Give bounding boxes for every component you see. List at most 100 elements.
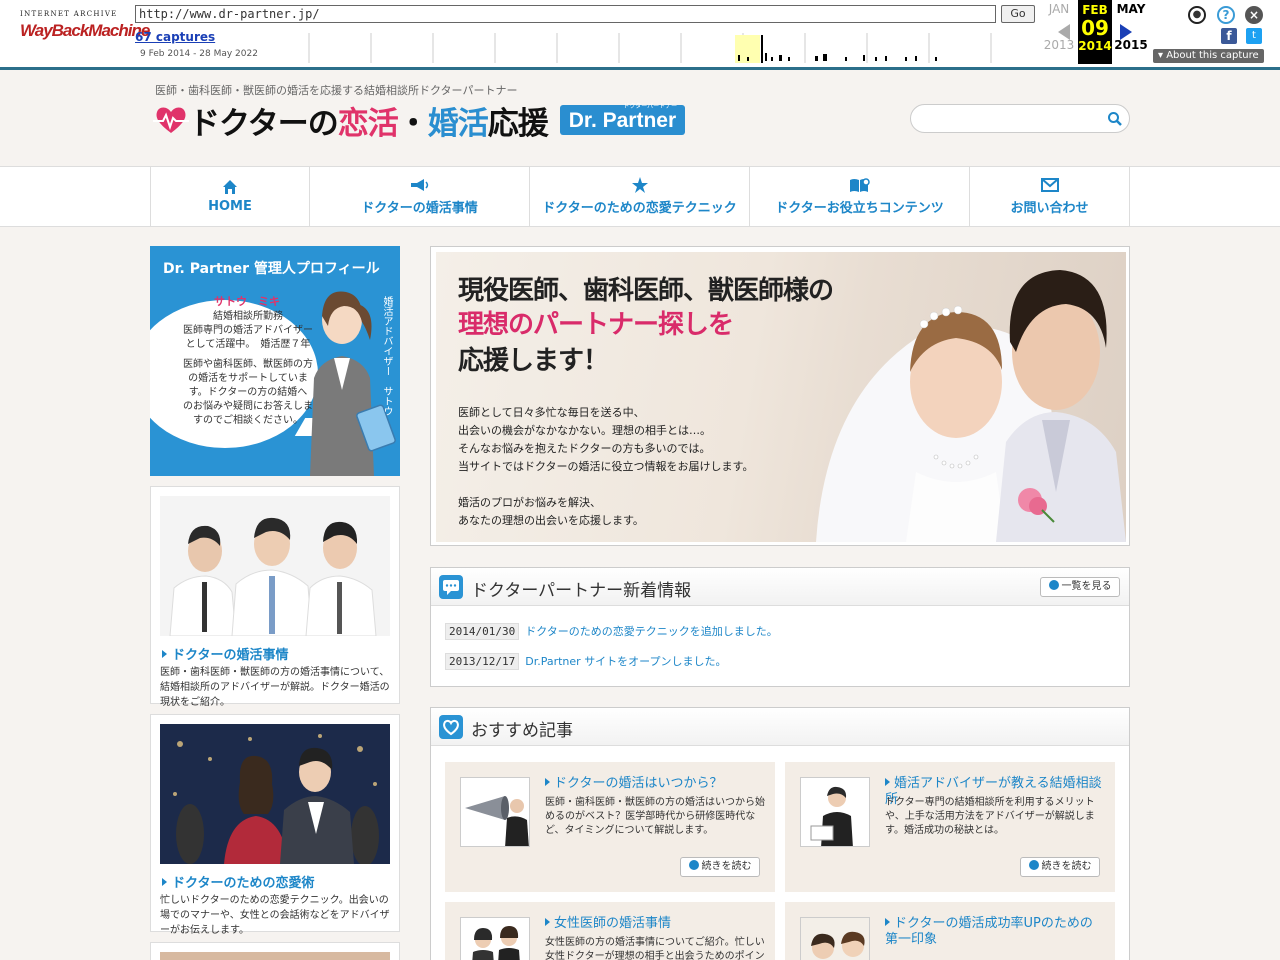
nav-renai-technique[interactable]: ドクターのための恋愛テクニック — [530, 167, 750, 226]
article-thumb-megaphone — [460, 777, 530, 847]
news-item: 2013/12/17 Dr.Partner サイトをオープンしました。 — [445, 653, 727, 670]
news-date: 2013/12/17 — [445, 653, 520, 670]
nav-home-label: HOME — [208, 199, 252, 214]
advisor-vertical-label: 婚活アドバイザー サトウ — [381, 296, 392, 416]
news-more-button[interactable]: 一覧を見る — [1040, 577, 1120, 597]
article-title[interactable]: 女性医師の婚活事情 — [545, 916, 765, 932]
star-icon — [631, 177, 648, 193]
news-title: ドクターパートナー新着情報 — [471, 581, 692, 601]
prev-year-label: 2013 — [1043, 38, 1075, 52]
couple-party-photo — [160, 724, 390, 864]
wayback-url-input[interactable]: http://www.dr-partner.jp/ — [135, 5, 996, 23]
mail-icon — [1040, 178, 1059, 192]
heart-icon — [439, 715, 463, 739]
next-year-label: 2015 — [1114, 38, 1148, 52]
nav-contact[interactable]: お問い合わせ — [970, 167, 1130, 226]
article-card[interactable]: ドクターの婚活成功率UPのための第一印象 — [785, 902, 1115, 960]
article-card[interactable]: 女性医師の婚活事情 女性医師の方の婚活事情についてご紹介。忙しい女性ドクターが理… — [445, 902, 775, 960]
article-thumb-smile — [800, 917, 870, 960]
logo-part-doctor: ドクターの — [189, 105, 339, 142]
site-logo[interactable]: ドクターの恋活・婚活応援 ドクターパートナー Dr. Partner — [153, 100, 686, 142]
help-icon[interactable]: ? — [1217, 6, 1235, 24]
articles-section: おすすめ記事 ドクターの婚活はいつから？ 医師・歯科医師・獣医師の方の婚活はいつ… — [430, 707, 1130, 960]
hero-banner: 現役医師、歯科医師、獣医師様の 理想のパートナー探しを 応援します！ 医師として… — [430, 246, 1130, 546]
cur-month-label: FEB — [1082, 3, 1108, 17]
article-desc: 医師・歯科医師・獣医師の方の婚活はいつから始めるのがベスト？医学部時代から研修医… — [545, 797, 765, 836]
news-more-label: 一覧を見る — [1061, 581, 1112, 592]
prev-month-label: JAN — [1048, 2, 1070, 16]
article-title[interactable]: ドクターの婚活成功率UPのための第一印象 — [885, 916, 1105, 948]
nav-konkatsu-jijou[interactable]: ドクターの婚活事情 — [310, 167, 530, 226]
hero-headline-2: 理想のパートナー探しを — [458, 310, 734, 340]
global-nav-bar: HOME ドクターの婚活事情 ドクターのための恋愛テクニック ドクターお役立ちコ… — [0, 166, 1280, 227]
chat-icon — [439, 575, 463, 599]
side-card-desc: 忙しいドクターのための恋愛テクニック。出会いの場でのマナーや、女性との会話術など… — [160, 895, 390, 936]
side-card-desc: 医師・歯科医師・獣医師の方の婚活事情について、結婚相談所のアドバイザーが解説。ド… — [160, 667, 390, 708]
advisor-name: サトウ ミキ — [214, 295, 280, 308]
news-section: ドクターパートナー新着情報 一覧を見る 2014/01/30 ドクターのための恋愛… — [430, 567, 1130, 687]
next-month-label: MAY — [1116, 2, 1146, 16]
book-icon — [849, 178, 870, 192]
about-capture-dropdown[interactable]: ▾ About this capture — [1153, 49, 1264, 63]
dr-partner-badge: ドクターパートナー Dr. Partner — [559, 104, 686, 135]
side-card-partial[interactable] — [150, 942, 400, 960]
capture-sparkline[interactable] — [285, 33, 1033, 63]
next-capture-arrow-icon[interactable] — [1120, 24, 1132, 40]
side-card-jijou[interactable]: ドクターの婚活事情 医師・歯科医師・獣医師の方の婚活事情について、結婚相談所のア… — [150, 486, 400, 708]
badge-small-text: ドクターパートナー — [623, 104, 678, 110]
nav-konkatsu-jijou-label: ドクターの婚活事情 — [361, 201, 478, 216]
search-input[interactable] — [921, 105, 1111, 132]
news-link[interactable]: Dr.Partner サイトをオープンしました。 — [525, 653, 726, 669]
global-nav: HOME ドクターの婚活事情 ドクターのための恋愛テクニック ドクターお役立ちコ… — [150, 167, 1130, 226]
logo-part-konkatsu: 婚活 — [427, 105, 489, 142]
facebook-icon[interactable]: f — [1221, 28, 1237, 44]
nav-useful-contents-label: ドクターお役立ちコンテンツ — [775, 201, 944, 216]
article-card[interactable]: 婚活アドバイザーが教える結婚相談所 ドクター専門の結婚相談所を利用するメリットや… — [785, 762, 1115, 892]
side-card-title[interactable]: ドクターの婚活事情 — [162, 644, 288, 663]
site-tagline: 医師・歯科医師・獣医師の婚活を応援する結婚相談所ドクターパートナー — [155, 84, 518, 97]
twitter-icon[interactable]: t — [1246, 28, 1262, 44]
read-more-label: 続きを読む — [1041, 861, 1092, 872]
site-search — [910, 104, 1130, 133]
admin-profile-banner[interactable]: Dr. Partner 管理人プロフィール サトウ ミキ 結婚相談所勤務 医師専… — [150, 246, 400, 476]
close-icon[interactable]: × — [1245, 6, 1263, 24]
current-capture: FEB 09 2014 — [1078, 0, 1112, 64]
hero-paragraph: 医師として日々多忙な毎日を送る中、 出会いの機会がなかなかない。理想の相手とは…… — [458, 406, 754, 527]
read-more-button[interactable]: 続きを読む — [1020, 857, 1100, 877]
hero-headline-1: 現役医師、歯科医師、獣医師様の — [458, 276, 834, 306]
article-card[interactable]: ドクターの婚活はいつから？ 医師・歯科医師・獣医師の方の婚活はいつから始めるのが… — [445, 762, 775, 892]
side-card-title[interactable]: ドクターのための恋愛術 — [162, 872, 314, 891]
profile-title: Dr. Partner 管理人プロフィール — [163, 261, 380, 277]
articles-header: おすすめ記事 — [431, 708, 1129, 746]
logo-part-renkatsu: 恋活 — [337, 105, 399, 142]
search-icon[interactable] — [1107, 111, 1123, 127]
news-link[interactable]: ドクターのための恋愛テクニックを追加しました。 — [525, 623, 778, 639]
wayback-logo[interactable]: INTERNET ARCHIVE WayBackMachine — [20, 10, 150, 41]
news-item: 2014/01/30 ドクターのための恋愛テクニックを追加しました。 — [445, 623, 778, 640]
read-more-button[interactable]: 続きを読む — [680, 857, 760, 877]
internet-archive-label: INTERNET ARCHIVE — [20, 10, 118, 18]
logo-part-ouen: 応援 — [487, 105, 549, 142]
nav-useful-contents[interactable]: ドクターお役立ちコンテンツ — [750, 167, 970, 226]
nav-renai-technique-label: ドクターのための恋愛テクニック — [542, 201, 737, 216]
article-title[interactable]: ドクターの婚活はいつから？ — [545, 776, 765, 792]
article-desc: ドクター専門の結婚相談所を利用するメリットや、上手な活用方法をアドバイザーが解説… — [885, 797, 1095, 836]
nav-home[interactable]: HOME — [151, 167, 310, 226]
go-button[interactable]: Go — [1001, 5, 1035, 23]
side-card-renai[interactable]: ドクターのための恋愛術 忙しいドクターのための恋愛テクニック。出会いの場でのマナ… — [150, 714, 400, 936]
news-date: 2014/01/30 — [445, 623, 520, 640]
hero-headline-3: 応援します！ — [458, 346, 609, 376]
wayback-toolbar: INTERNET ARCHIVE WayBackMachine http://w… — [0, 0, 1280, 70]
cur-day-label: 09 — [1081, 16, 1109, 40]
heart-pulse-icon — [153, 107, 189, 133]
read-more-label: 続きを読む — [701, 861, 752, 872]
logo-part-dot: ・ — [397, 105, 429, 142]
cur-year-label: 2014 — [1078, 39, 1112, 53]
capture-date-range: 9 Feb 2014 - 28 May 2022 — [140, 49, 258, 59]
account-icon[interactable]: ● — [1188, 6, 1206, 24]
nav-contact-label: お問い合わせ — [1010, 201, 1089, 216]
three-doctors-photo — [160, 496, 390, 636]
captures-link[interactable]: 67 captures — [135, 30, 215, 44]
wayback-machine-logo: WayBackMachine — [20, 21, 150, 40]
prev-capture-arrow-icon[interactable] — [1058, 24, 1070, 40]
